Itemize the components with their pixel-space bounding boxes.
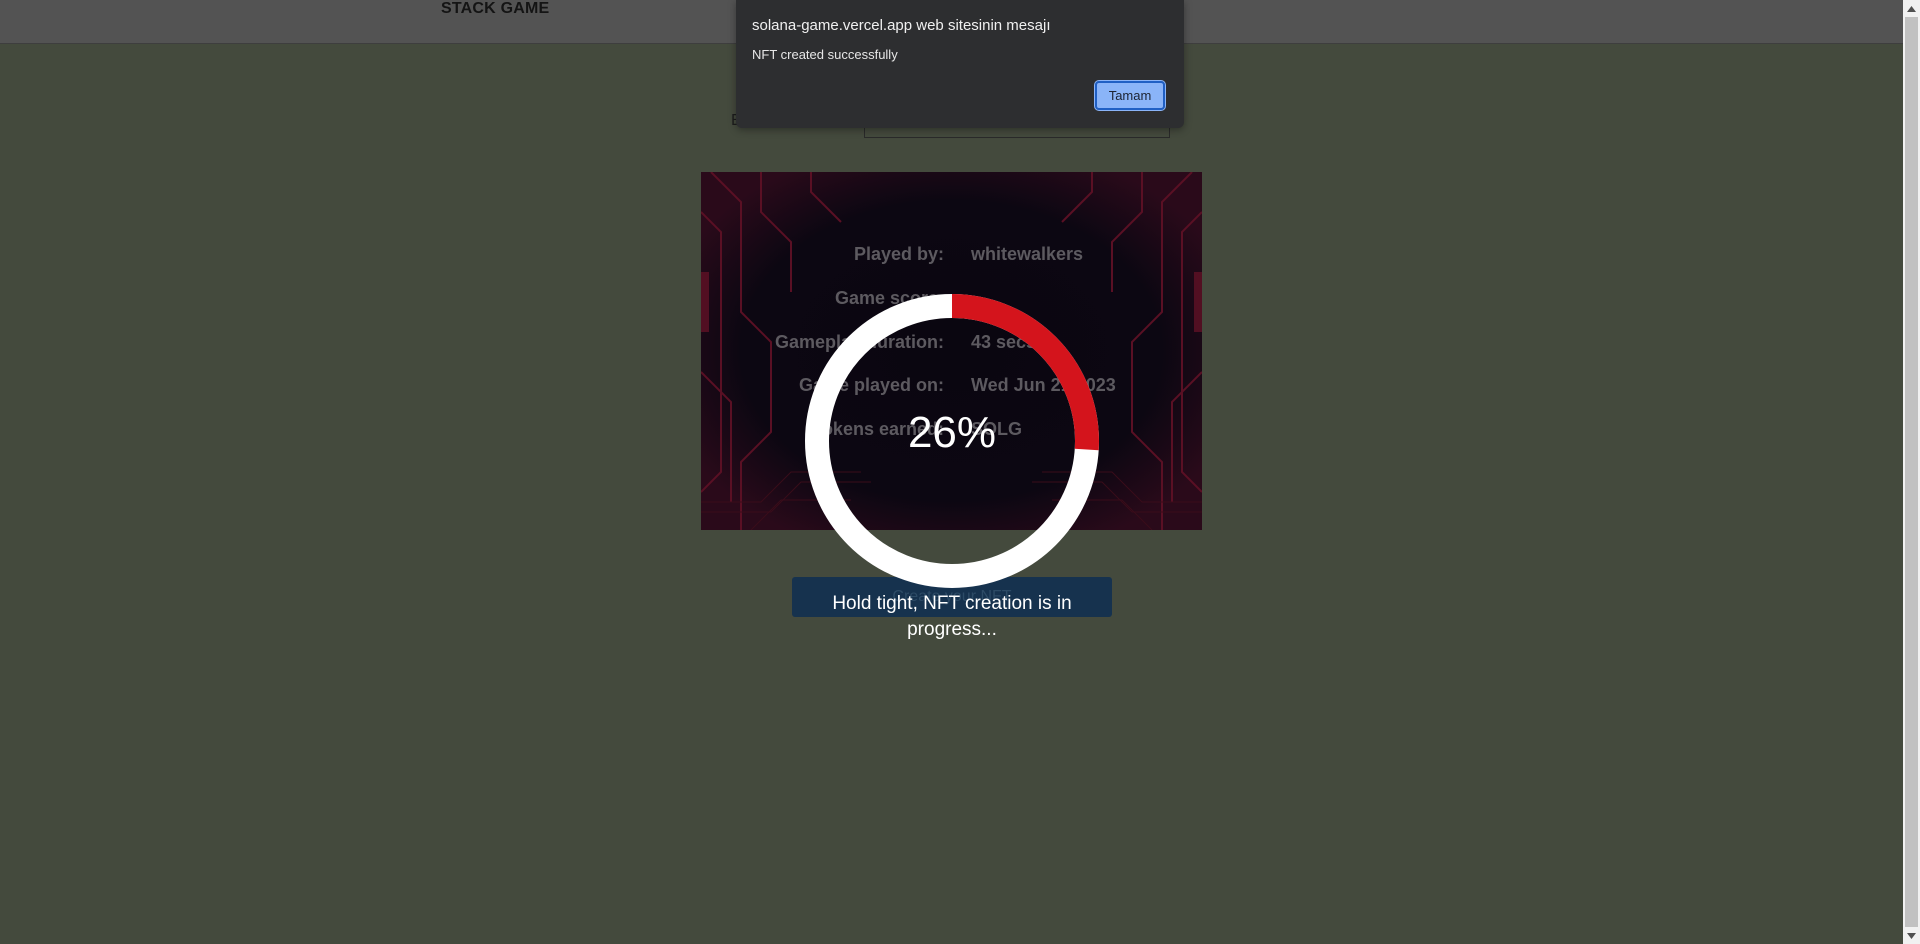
scrollbar-thumb[interactable] — [1905, 17, 1918, 927]
progress-percent: 26% — [907, 408, 997, 457]
alert-dialog: solana-game.vercel.app web sitesinin mes… — [736, 0, 1184, 128]
card-row-label: Played by: — [853, 244, 944, 264]
chevron-down-icon[interactable] — [1903, 927, 1920, 944]
dialog-title: solana-game.vercel.app web sitesinin mes… — [752, 17, 1051, 34]
dialog-message: NFT created successfully — [752, 47, 898, 62]
vertical-scrollbar[interactable] — [1903, 0, 1920, 944]
brand-title[interactable]: STACK GAME — [441, 0, 549, 18]
page: STACK GAME E — [0, 0, 1920, 944]
card-row-value: whitewalkers — [971, 244, 1084, 264]
dialog-ok-button[interactable]: Tamam — [1094, 80, 1166, 111]
progress-caption: Hold tight, NFT creation is in progress.… — [832, 593, 1072, 640]
chevron-up-icon[interactable] — [1903, 0, 1920, 17]
card-row-played-by: Played by: whitewalkers — [701, 244, 1202, 266]
